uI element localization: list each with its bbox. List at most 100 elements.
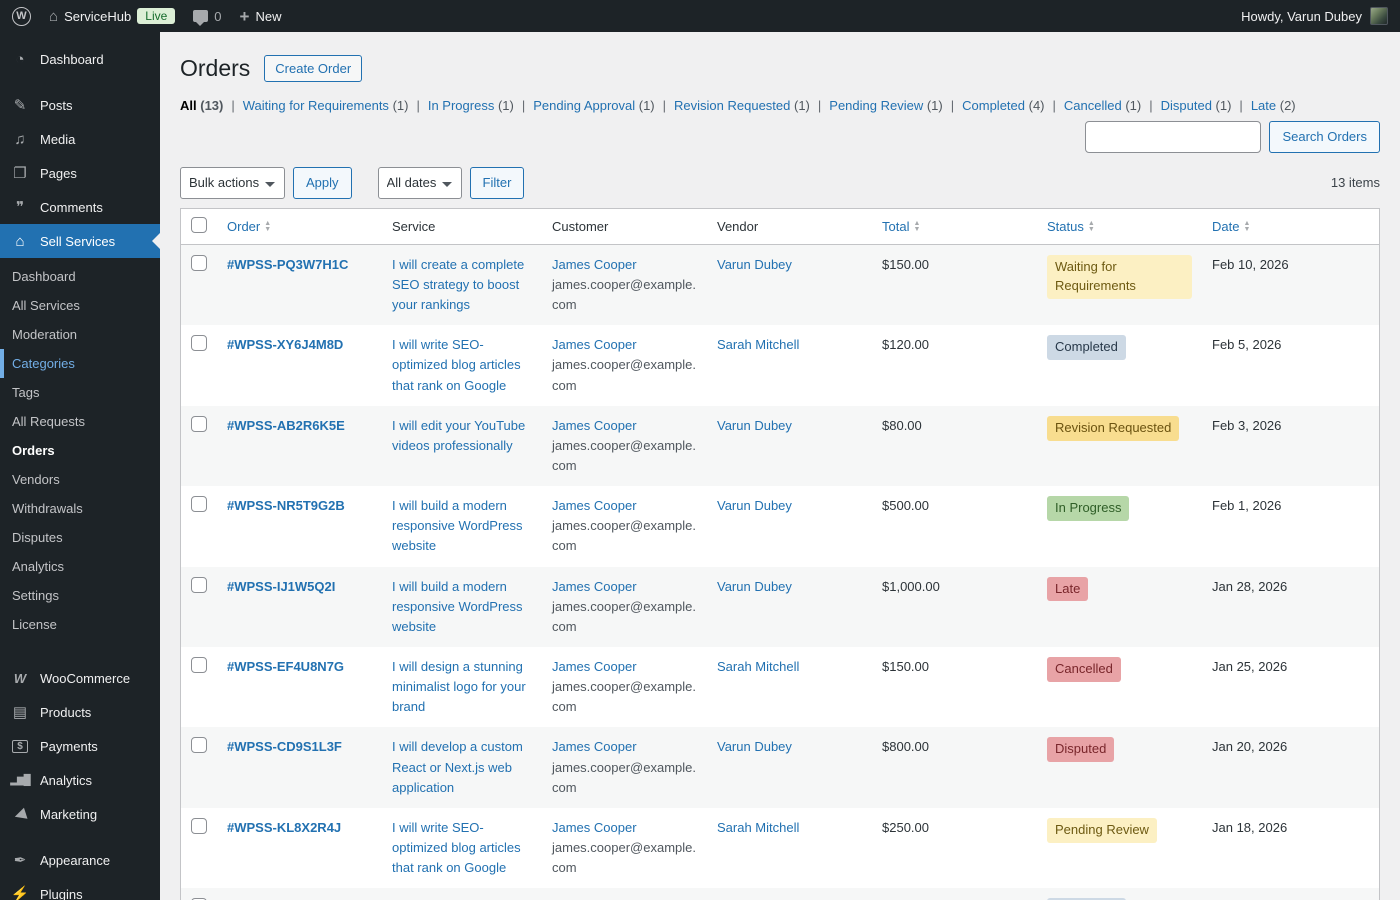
- select-all-checkbox[interactable]: [191, 216, 207, 233]
- filter-link[interactable]: Late (2): [1251, 98, 1296, 113]
- filter-link[interactable]: Disputed (1): [1161, 98, 1232, 113]
- dates-select[interactable]: All dates: [377, 166, 462, 199]
- service-link[interactable]: I will develop a custom React or Next.js…: [392, 739, 523, 794]
- row-checkbox[interactable]: [191, 335, 207, 352]
- submenu-item-tags[interactable]: Tags: [0, 378, 160, 407]
- filter-link[interactable]: In Progress (1): [428, 98, 514, 113]
- sidebar-item-analytics[interactable]: ▂▆█ Analytics: [0, 763, 160, 797]
- customer-link[interactable]: James Cooper: [552, 659, 637, 674]
- order-id-link[interactable]: #WPSS-XY6J4M8D: [227, 337, 343, 352]
- vendor-link[interactable]: Varun Dubey: [717, 739, 792, 754]
- order-id-link[interactable]: #WPSS-AB2R6K5E: [227, 418, 345, 433]
- submenu-item-settings[interactable]: Settings: [0, 581, 160, 610]
- payments-icon: $: [12, 739, 28, 753]
- filter-link[interactable]: Completed (4): [962, 98, 1044, 113]
- row-checkbox[interactable]: [191, 254, 207, 271]
- service-link[interactable]: I will design a stunning minimalist logo…: [392, 659, 526, 714]
- howdy-text[interactable]: Howdy, Varun Dubey: [1241, 9, 1362, 24]
- customer-link[interactable]: James Cooper: [552, 418, 637, 433]
- vendor-link[interactable]: Varun Dubey: [717, 498, 792, 513]
- row-checkbox[interactable]: [191, 737, 207, 754]
- customer-link[interactable]: James Cooper: [552, 257, 637, 272]
- row-checkbox[interactable]: [191, 817, 207, 834]
- submenu-item-all-services[interactable]: All Services: [0, 291, 160, 320]
- order-id-link[interactable]: #WPSS-IJ1W5Q2I: [227, 579, 335, 594]
- site-name[interactable]: ServiceHub: [64, 9, 131, 24]
- order-id-link[interactable]: #WPSS-EF4U8N7G: [227, 659, 344, 674]
- filter-button[interactable]: Filter: [469, 166, 525, 199]
- vendor-link[interactable]: Varun Dubey: [717, 418, 792, 433]
- filter-link[interactable]: All (13): [180, 98, 223, 113]
- sidebar-item-sell-services[interactable]: ⌂ Sell Services: [0, 224, 160, 258]
- row-checkbox[interactable]: [191, 657, 207, 673]
- service-link[interactable]: I will write SEO-optimized blog articles…: [392, 337, 521, 392]
- row-checkbox[interactable]: [191, 496, 207, 513]
- bulk-actions-select[interactable]: Bulk actions: [180, 166, 285, 199]
- submenu-item-withdrawals[interactable]: Withdrawals: [0, 494, 160, 523]
- sidebar-item-media[interactable]: ♫ Media: [0, 122, 160, 156]
- sidebar-item-marketing[interactable]: ◀ Marketing: [0, 797, 160, 831]
- submenu-item-disputes[interactable]: Disputes: [0, 523, 160, 552]
- submenu-item-dashboard[interactable]: Dashboard: [0, 262, 160, 291]
- vendor-link[interactable]: Varun Dubey: [717, 579, 792, 594]
- sidebar-item-label: Media: [40, 131, 76, 147]
- customer-link[interactable]: James Cooper: [552, 739, 637, 754]
- customer-link[interactable]: James Cooper: [552, 498, 637, 513]
- filter-link[interactable]: Waiting for Requirements (1): [243, 98, 409, 113]
- vendor-link[interactable]: Sarah Mitchell: [717, 337, 799, 352]
- customer-email: james.cooper@example.com: [552, 277, 696, 313]
- apply-button[interactable]: Apply: [293, 166, 352, 199]
- filter-link[interactable]: Pending Approval (1): [533, 98, 654, 113]
- submenu-item-moderation[interactable]: Moderation: [0, 320, 160, 349]
- create-order-button[interactable]: Create Order: [264, 55, 363, 83]
- new-label: New: [255, 8, 282, 24]
- sidebar-item-woocommerce[interactable]: W WooCommerce: [0, 661, 160, 695]
- service-link[interactable]: I will write SEO-optimized blog articles…: [392, 820, 521, 875]
- vendor-link[interactable]: Sarah Mitchell: [717, 820, 799, 835]
- sidebar-item-products[interactable]: ▤ Products: [0, 695, 160, 729]
- filter-link[interactable]: Cancelled (1): [1064, 98, 1141, 113]
- vendor-link[interactable]: Sarah Mitchell: [717, 659, 799, 674]
- column-header-status[interactable]: Status ▲ ▼: [1037, 208, 1202, 245]
- order-id-link[interactable]: #WPSS-KL8X2R4J: [227, 820, 341, 835]
- submenu-item-categories[interactable]: Categories: [0, 349, 160, 378]
- order-id-link[interactable]: #WPSS-CD9S1L3F: [227, 739, 342, 754]
- search-orders-button[interactable]: Search Orders: [1269, 120, 1380, 153]
- sidebar-item-payments[interactable]: $ Payments: [0, 729, 160, 763]
- row-checkbox[interactable]: [191, 576, 207, 593]
- new-menu[interactable]: + New: [240, 8, 282, 25]
- sidebar-item-appearance[interactable]: ✒ Appearance: [0, 843, 160, 877]
- table-row: #WPSS-IJ1W5Q2I I will build a modern res…: [180, 566, 1380, 647]
- submenu-item-analytics[interactable]: Analytics: [0, 552, 160, 581]
- customer-link[interactable]: James Cooper: [552, 579, 637, 594]
- service-link[interactable]: I will build a modern responsive WordPre…: [392, 579, 523, 634]
- sidebar-item-comments[interactable]: ❞ Comments: [0, 190, 160, 224]
- order-id-link[interactable]: #WPSS-PQ3W7H1C: [227, 257, 348, 272]
- vendor-link[interactable]: Varun Dubey: [717, 257, 792, 272]
- submenu-item-vendors[interactable]: Vendors: [0, 465, 160, 494]
- column-header-date[interactable]: Date ▲ ▼: [1202, 208, 1380, 245]
- comments-shortcut[interactable]: 0: [193, 9, 222, 26]
- submenu-item-orders[interactable]: Orders: [0, 436, 160, 465]
- column-header-order[interactable]: Order ▲ ▼: [217, 208, 382, 245]
- column-header-total[interactable]: Total ▲ ▼: [872, 208, 1037, 245]
- filter-link[interactable]: Revision Requested (1): [674, 98, 810, 113]
- site-menu[interactable]: ⌂ ServiceHub Live: [49, 8, 176, 25]
- sidebar-item-pages[interactable]: ❐ Pages: [0, 156, 160, 190]
- avatar[interactable]: [1370, 7, 1388, 25]
- service-link[interactable]: I will create a complete SEO strategy to…: [392, 257, 524, 312]
- service-link[interactable]: I will edit your YouTube videos professi…: [392, 418, 525, 453]
- submenu-item-license[interactable]: License: [0, 610, 160, 639]
- order-id-link[interactable]: #WPSS-NR5T9G2B: [227, 498, 345, 513]
- wordpress-logo-icon[interactable]: W: [12, 6, 31, 26]
- filter-link[interactable]: Pending Review (1): [829, 98, 942, 113]
- search-input[interactable]: [1085, 120, 1262, 153]
- service-link[interactable]: I will build a modern responsive WordPre…: [392, 498, 523, 553]
- customer-link[interactable]: James Cooper: [552, 820, 637, 835]
- customer-link[interactable]: James Cooper: [552, 337, 637, 352]
- submenu-item-all-requests[interactable]: All Requests: [0, 407, 160, 436]
- sidebar-item-plugins[interactable]: ⚡ Plugins: [0, 877, 160, 900]
- sidebar-item-dashboard[interactable]: ◔ Dashboard: [0, 42, 160, 76]
- row-checkbox[interactable]: [191, 415, 207, 432]
- sidebar-item-posts[interactable]: ✎ Posts: [0, 88, 160, 122]
